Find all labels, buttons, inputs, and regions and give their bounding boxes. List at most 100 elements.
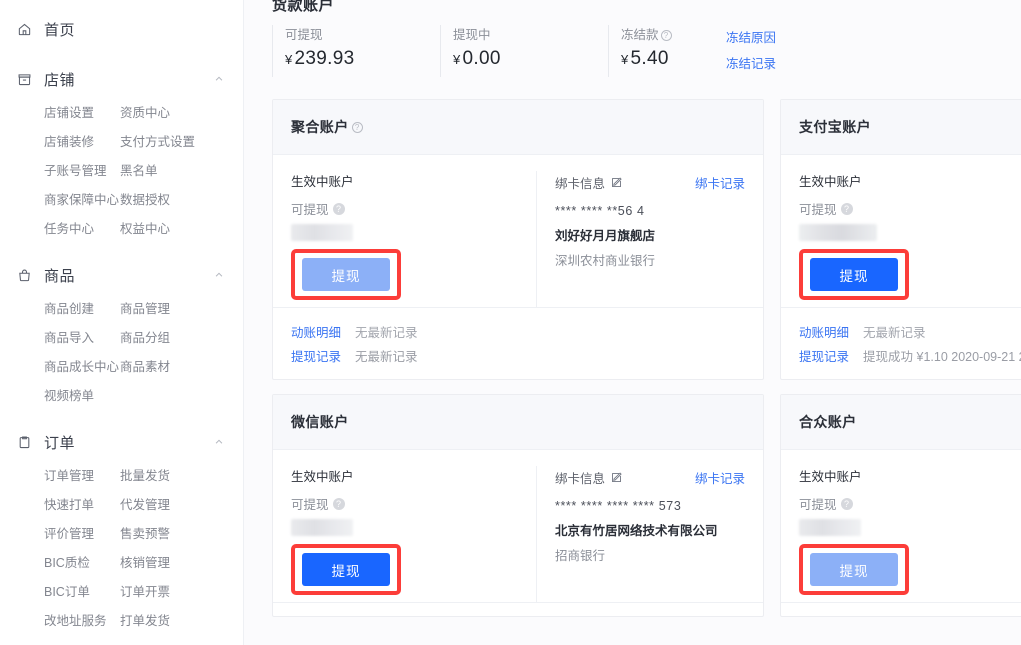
sidebar-subitem-product-1[interactable]: 商品管理 bbox=[120, 295, 243, 324]
chevron-up-icon bbox=[213, 269, 225, 281]
sidebar-subitem-shop-5[interactable]: 黑名单 bbox=[120, 157, 243, 186]
sidebar-subitem-order-9[interactable]: 订单开票 bbox=[120, 578, 243, 607]
sidebar-subitem-shop-4[interactable]: 子账号管理 bbox=[44, 157, 120, 186]
sidebar-group-product: 商品 商品创建 商品管理 商品导入 商品分组 商品成长中心 商品素材 视频榜单 bbox=[0, 258, 243, 411]
available-label-row: 可提现? bbox=[291, 494, 522, 513]
sidebar-subitem-product-2[interactable]: 商品导入 bbox=[44, 324, 120, 353]
page-title: 货款账户 bbox=[272, 0, 335, 14]
flow-detail-row: 动账明细 无最新记录 bbox=[291, 319, 745, 343]
sidebar-group-shop: 店铺 店铺设置 资质中心 店铺装修 支付方式设置 子账号管理 黑名单 商家保障中… bbox=[0, 62, 243, 244]
withdraw-record-link[interactable]: 提现记录 bbox=[799, 346, 849, 365]
account-card-alipay-body: 生效中账户 可提现? 提现 bbox=[781, 155, 1021, 307]
flow-detail-link[interactable]: 动账明细 bbox=[291, 322, 341, 341]
withdraw-record-link[interactable]: 提现记录 bbox=[291, 346, 341, 365]
sidebar-subitem-order-1[interactable]: 批量发货 bbox=[120, 462, 243, 491]
withdraw-button[interactable]: 提现 bbox=[810, 258, 898, 291]
sidebar-subitem-product-blank bbox=[120, 382, 243, 411]
withdraw-button[interactable]: 提现 bbox=[302, 553, 390, 586]
sidebar-subitem-order-4[interactable]: 评价管理 bbox=[44, 520, 120, 549]
help-icon[interactable]: ? bbox=[840, 202, 853, 215]
summary-frozen-amount: 5.40 bbox=[630, 48, 669, 69]
sidebar-subitem-order-2[interactable]: 快速打单 bbox=[44, 491, 120, 520]
balance-summary: 可提现 ¥239.93 提现中 ¥0.00 冻结款? ¥5.40 冻结原因 冻结… bbox=[272, 25, 1021, 85]
account-card-hezhong-body: 生效中账户 可提现? 提现 bbox=[781, 450, 1021, 602]
bind-card-number: **** **** **56 4 bbox=[555, 204, 645, 218]
bind-card-bank: 深圳农村商业银行 bbox=[555, 254, 656, 268]
currency-symbol: ¥ bbox=[621, 52, 629, 67]
help-icon[interactable]: ? bbox=[660, 29, 672, 41]
bind-card-number: **** **** **** **** 573 bbox=[555, 499, 682, 513]
sidebar-subitem-order-6[interactable]: BIC质检 bbox=[44, 549, 120, 578]
withdraw-record-value: 提现成功 ¥1.10 2020-09-21 20 bbox=[863, 349, 1021, 364]
sidebar-subitem-shop-3[interactable]: 支付方式设置 bbox=[120, 128, 243, 157]
bind-card-bank: 招商银行 bbox=[555, 549, 606, 563]
withdraw-annotation-box: 提现 bbox=[291, 249, 401, 300]
bind-card-record-link[interactable]: 绑卡记录 bbox=[695, 173, 745, 192]
sidebar-subitem-order-0[interactable]: 订单管理 bbox=[44, 462, 120, 491]
sidebar-subitem-order-5[interactable]: 售卖预警 bbox=[120, 520, 243, 549]
redacted-amount bbox=[291, 519, 353, 536]
sidebar-subitem-shop-8[interactable]: 任务中心 bbox=[44, 215, 120, 244]
help-icon[interactable]: ? bbox=[332, 497, 345, 510]
sidebar-subitem-shop-2[interactable]: 店铺装修 bbox=[44, 128, 120, 157]
sidebar-subitem-product-4[interactable]: 商品成长中心 bbox=[44, 353, 120, 382]
summary-withdrawing-amount: 0.00 bbox=[462, 48, 501, 69]
available-label-row: 可提现? bbox=[291, 199, 522, 218]
sidebar-subitem-shop-9[interactable]: 权益中心 bbox=[120, 215, 243, 244]
edit-icon[interactable] bbox=[610, 176, 623, 189]
summary-withdrawing-label: 提现中 bbox=[453, 28, 491, 42]
frozen-reason-link[interactable]: 冻结原因 bbox=[726, 27, 776, 46]
edit-icon[interactable] bbox=[610, 471, 623, 484]
help-icon[interactable]: ? bbox=[351, 121, 363, 133]
bind-card-title: 绑卡信息 bbox=[555, 472, 606, 486]
withdraw-annotation-box: 提现 bbox=[799, 249, 909, 300]
frozen-record-link[interactable]: 冻结记录 bbox=[726, 53, 776, 72]
sidebar-subitem-product-5[interactable]: 商品素材 bbox=[120, 353, 243, 382]
sidebar-subitem-product-0[interactable]: 商品创建 bbox=[44, 295, 120, 324]
withdraw-button[interactable]: 提现 bbox=[810, 553, 898, 586]
chevron-up-icon bbox=[213, 436, 225, 448]
sidebar-group-order-header[interactable]: 订单 bbox=[0, 425, 243, 459]
bind-card-record-link[interactable]: 绑卡记录 bbox=[695, 468, 745, 487]
clipboard-icon bbox=[16, 434, 32, 450]
currency-symbol: ¥ bbox=[453, 52, 461, 67]
withdraw-button[interactable]: 提现 bbox=[302, 258, 390, 291]
summary-frozen-text: 冻结款 bbox=[621, 28, 659, 42]
sidebar-subitem-order-11[interactable]: 打单发货 bbox=[120, 607, 243, 636]
account-card-aggregate-footer: 动账明细 无最新记录 提现记录 无最新记录 bbox=[273, 307, 763, 379]
account-card-hezhong-footer bbox=[781, 602, 1021, 616]
summary-links: 冻结原因 冻结记录 bbox=[718, 25, 776, 72]
account-card-wechat: 微信账户 生效中账户 可提现? 提现 绑卡信息 绑卡记录 **** **** *… bbox=[272, 394, 764, 617]
account-card-wechat-body: 生效中账户 可提现? 提现 绑卡信息 绑卡记录 **** **** **** *… bbox=[273, 450, 763, 602]
withdraw-annotation-box: 提现 bbox=[291, 544, 401, 595]
flow-detail-link[interactable]: 动账明细 bbox=[799, 322, 849, 341]
sidebar-submenu-product: 商品创建 商品管理 商品导入 商品分组 商品成长中心 商品素材 视频榜单 bbox=[0, 292, 243, 411]
sidebar-group-shop-label: 店铺 bbox=[44, 71, 76, 89]
sidebar-subitem-shop-7[interactable]: 数据授权 bbox=[120, 186, 243, 215]
sidebar-subitem-product-3[interactable]: 商品分组 bbox=[120, 324, 243, 353]
sidebar-group-product-header[interactable]: 商品 bbox=[0, 258, 243, 292]
sidebar-subitem-order-10[interactable]: 改地址服务 bbox=[44, 607, 120, 636]
currency-symbol: ¥ bbox=[285, 52, 293, 67]
help-icon[interactable]: ? bbox=[332, 202, 345, 215]
sidebar-subitem-shop-1[interactable]: 资质中心 bbox=[120, 99, 243, 128]
summary-frozen-value: ¥5.40 bbox=[621, 45, 718, 74]
sidebar-group-shop-header[interactable]: 店铺 bbox=[0, 62, 243, 96]
sidebar-subitem-order-8[interactable]: BIC订单 bbox=[44, 578, 120, 607]
account-card-hezhong-header: 合众账户 bbox=[781, 395, 1021, 450]
sidebar-subitem-shop-6[interactable]: 商家保障中心 bbox=[44, 186, 120, 215]
sidebar-subitem-order-7[interactable]: 核销管理 bbox=[120, 549, 243, 578]
sidebar-subitem-product-6[interactable]: 视频榜单 bbox=[44, 382, 120, 411]
help-icon[interactable]: ? bbox=[840, 497, 853, 510]
sidebar-item-home[interactable]: 首页 bbox=[0, 10, 243, 48]
bind-card-header: 绑卡信息 绑卡记录 bbox=[555, 173, 745, 192]
summary-frozen: 冻结款? ¥5.40 bbox=[608, 25, 718, 77]
sidebar-group-order-label: 订单 bbox=[44, 434, 76, 452]
sidebar-subitem-order-3[interactable]: 代发管理 bbox=[120, 491, 243, 520]
sidebar-subitem-shop-0[interactable]: 店铺设置 bbox=[44, 99, 120, 128]
summary-frozen-label: 冻结款? bbox=[621, 25, 718, 45]
sidebar-submenu-order: 订单管理 批量发货 快速打单 代发管理 评价管理 售卖预警 BIC质检 核销管理… bbox=[0, 459, 243, 636]
sidebar-group-order: 订单 订单管理 批量发货 快速打单 代发管理 评价管理 售卖预警 BIC质检 核… bbox=[0, 425, 243, 636]
account-card-alipay-footer: 动账明细 无最新记录 提现记录 提现成功 ¥1.10 2020-09-21 20 bbox=[781, 307, 1021, 379]
page-root: 首页 店铺 店铺设置 资质中心 店铺装修 支付方式设置 子账号管理 黑名单 商家… bbox=[0, 0, 1021, 645]
